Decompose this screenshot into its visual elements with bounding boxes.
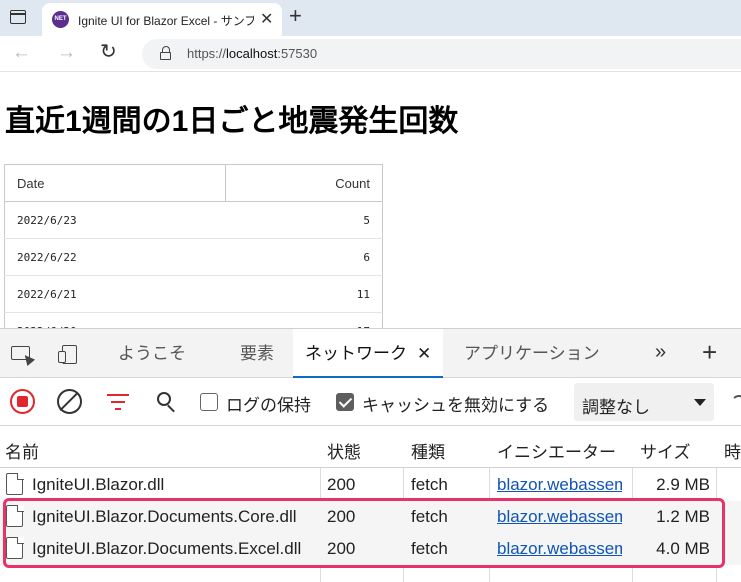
- devtools-tab-bar: ようこそ 要素 ネットワーク ✕ アプリケーション » +: [0, 329, 741, 378]
- request-size: 2.9 MB: [656, 475, 710, 494]
- add-tab-icon[interactable]: +: [702, 337, 717, 367]
- reload-icon[interactable]: ↻: [100, 41, 117, 63]
- column-header-status[interactable]: 状態: [327, 438, 361, 463]
- request-initiator-link[interactable]: blazor.webassembly.js: [497, 475, 622, 495]
- dotnet-favicon-icon: NET: [52, 11, 69, 28]
- preserve-log-label[interactable]: ログの保持: [226, 391, 311, 416]
- url-text[interactable]: https://localhost:57530: [187, 46, 317, 61]
- document-icon: [6, 472, 24, 495]
- tab-close-icon[interactable]: ✕: [260, 9, 273, 29]
- column-header-initiator[interactable]: イニシエーター: [497, 438, 616, 463]
- network-header-row: 名前 状態 種類 イニシエーター サイズ 時: [0, 427, 741, 468]
- disable-cache-checkbox[interactable]: [336, 393, 354, 411]
- cell-date: 2022/6/23: [4, 201, 226, 239]
- stop-recording-icon[interactable]: [10, 389, 35, 414]
- device-emulation-icon[interactable]: [55, 342, 81, 366]
- request-status: 200: [327, 475, 356, 494]
- new-tab-icon[interactable]: +: [289, 4, 302, 28]
- browser-tab-strip: NET Ignite UI for Blazor Excel - サンプル ✕ …: [0, 0, 741, 36]
- url-input[interactable]: https://localhost:57530: [142, 39, 741, 69]
- column-header-type[interactable]: 種類: [411, 438, 445, 463]
- table-row: 2022/6/21 11: [4, 275, 383, 313]
- table-row: 2022/6/22 6: [4, 238, 383, 276]
- request-type: fetch: [411, 475, 448, 494]
- inspect-element-icon[interactable]: [8, 342, 36, 367]
- browser-tab[interactable]: NET Ignite UI for Blazor Excel - サンプル ✕: [42, 3, 282, 36]
- table-header-row: Date Count: [4, 164, 383, 202]
- request-name: IgniteUI.Blazor.dll: [32, 475, 165, 494]
- earthquake-table-viewport: Date Count 2022/6/23 5 2022/6/22 6 2022/…: [0, 164, 400, 328]
- more-tabs-chevron-icon[interactable]: »: [655, 341, 666, 364]
- cell-count: 11: [225, 275, 383, 313]
- cell-date: 2022/6/20: [4, 312, 226, 328]
- earthquake-count-table: Date Count 2022/6/23 5 2022/6/22 6 2022/…: [4, 164, 383, 328]
- clear-log-icon[interactable]: [57, 389, 82, 414]
- highlight-annotation-box: [3, 498, 725, 568]
- tab-application[interactable]: アプリケーション: [464, 329, 600, 377]
- cell-count: 5: [225, 201, 383, 239]
- tab-welcome[interactable]: ようこそ: [118, 329, 186, 377]
- table-row: 2022/6/23 5: [4, 201, 383, 239]
- tab-network-label: ネットワーク: [305, 344, 407, 363]
- cell-count: 17: [225, 312, 383, 328]
- cell-date: 2022/6/21: [4, 275, 226, 313]
- table-row: 2022/6/20 17: [4, 312, 383, 328]
- forward-arrow-icon[interactable]: →: [57, 42, 76, 64]
- column-header-name[interactable]: 名前: [5, 438, 39, 463]
- preserve-log-checkbox[interactable]: [200, 393, 218, 411]
- chevron-down-icon: [694, 399, 706, 406]
- network-row[interactable]: IgniteUI.Blazor.dll 200 fetch blazor.web…: [0, 469, 741, 501]
- throttling-select[interactable]: 調整なし: [574, 383, 714, 421]
- tab-elements[interactable]: 要素: [240, 329, 274, 377]
- address-bar-row: ← → ↻ https://localhost:57530: [0, 36, 741, 72]
- disable-cache-label[interactable]: キャッシュを無効にする: [362, 391, 549, 416]
- column-header-size[interactable]: サイズ: [640, 438, 691, 463]
- column-header-count[interactable]: Count: [225, 164, 383, 202]
- browser-tab-title: Ignite UI for Blazor Excel - サンプル: [78, 14, 254, 28]
- tab-network[interactable]: ネットワーク ✕: [293, 329, 444, 379]
- back-arrow-icon[interactable]: ←: [12, 42, 31, 64]
- search-icon[interactable]: [155, 390, 179, 414]
- tab-close-icon[interactable]: ✕: [417, 329, 431, 379]
- cell-date: 2022/6/22: [4, 238, 226, 276]
- page-title: 直近1週間の1日ごと地震発生回数: [5, 105, 459, 138]
- lock-icon[interactable]: [160, 46, 171, 60]
- column-header-date[interactable]: Date: [4, 164, 226, 202]
- cell-count: 6: [225, 238, 383, 276]
- network-toolbar: ログの保持 キャッシュを無効にする 調整なし: [0, 378, 741, 426]
- window-menu-icon[interactable]: [10, 10, 26, 24]
- filter-icon[interactable]: [107, 392, 129, 412]
- network-conditions-icon[interactable]: [731, 395, 741, 411]
- throttling-value: 調整なし: [582, 398, 650, 417]
- column-header-time[interactable]: 時: [724, 438, 741, 463]
